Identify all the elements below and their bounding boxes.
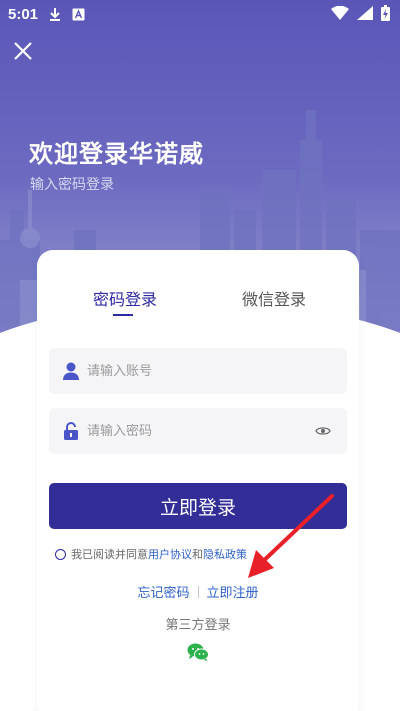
lock-icon <box>63 422 79 440</box>
third-party-label: 第三方登录 <box>165 618 231 633</box>
account-field[interactable] <box>49 348 347 394</box>
active-tab-indicator <box>113 314 133 316</box>
welcome-title: 欢迎登录华诺威 <box>29 140 204 168</box>
tab-password-login[interactable]: 密码登录 <box>93 286 157 310</box>
user-icon <box>63 362 79 380</box>
agreement-prefix: 我已阅读并同意 <box>71 548 148 561</box>
user-agreement-link[interactable]: 用户协议 <box>148 546 192 562</box>
battery-charging-icon <box>381 5 390 25</box>
account-input[interactable] <box>87 363 287 379</box>
tab-wechat-login[interactable]: 微信登录 <box>242 286 306 310</box>
agreement-radio[interactable] <box>55 548 66 560</box>
login-button[interactable]: 立即登录 <box>49 483 347 529</box>
password-field[interactable] <box>49 408 347 454</box>
status-time: 5:01 <box>8 5 39 23</box>
agreement-row: 我已阅读并同意 用户协议 和 隐私政策 <box>55 546 247 562</box>
welcome-subtitle: 输入密码登录 <box>30 177 114 193</box>
status-icons <box>331 5 390 25</box>
account-links: 忘记密码 立即注册 <box>37 582 359 601</box>
register-link[interactable]: 立即注册 <box>207 582 259 601</box>
close-icon[interactable] <box>12 40 34 62</box>
wechat-icon[interactable] <box>187 642 209 662</box>
password-input[interactable] <box>87 423 287 439</box>
privacy-policy-link[interactable]: 隐私政策 <box>203 546 247 562</box>
signal-icon <box>357 6 373 24</box>
login-card: 密码登录 微信登录 立即登录 我已阅读并同意 用户协议 和 隐私政策 忘记密码 … <box>37 250 359 711</box>
status-bar: 5:01 <box>0 0 400 28</box>
eye-icon[interactable] <box>315 423 331 437</box>
forgot-password-link[interactable]: 忘记密码 <box>137 582 189 601</box>
a-notification-icon <box>72 8 85 21</box>
links-divider <box>197 585 199 598</box>
download-icon <box>48 7 62 21</box>
wifi-icon <box>331 5 349 24</box>
agreement-and: 和 <box>192 548 203 561</box>
